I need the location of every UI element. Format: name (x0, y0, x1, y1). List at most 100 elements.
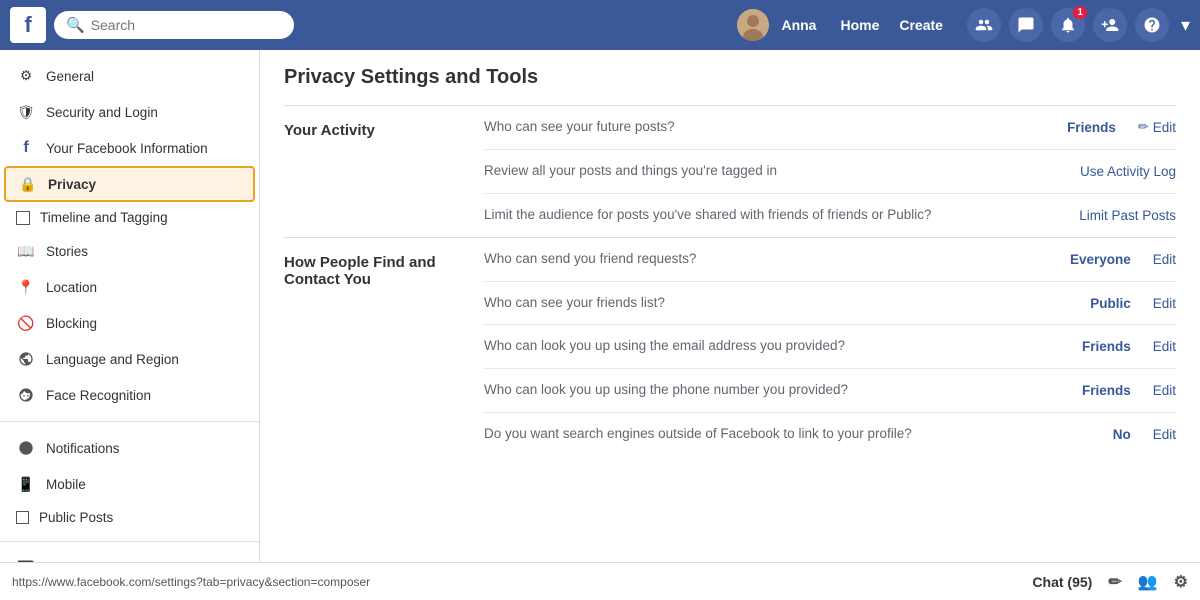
your-activity-rows: Who can see your future posts? Friends ✏… (484, 106, 1176, 237)
sidebar-label-timeline: Timeline and Tagging (40, 210, 168, 225)
sidebar-label-language: Language and Region (46, 352, 179, 367)
sidebar-item-face[interactable]: Face Recognition (0, 377, 259, 413)
your-activity-section: Your Activity Who can see your future po… (284, 105, 1176, 237)
bottom-bar: https://www.facebook.com/settings?tab=pr… (0, 562, 1200, 600)
facebook-icon: f (16, 138, 36, 158)
sidebar-item-public-posts[interactable]: Public Posts (0, 502, 259, 533)
search-engine-description: Do you want search engines outside of Fa… (484, 425, 1041, 444)
sidebar-divider-1 (0, 421, 259, 422)
find-contact-section: How People Find and Contact You Who can … (284, 237, 1176, 456)
friend-requests-icon-btn[interactable] (1093, 8, 1127, 42)
search-engine-edit-btn[interactable]: Edit (1153, 427, 1176, 442)
mobile-icon: 📱 (16, 474, 36, 494)
phone-lookup-row: Who can look you up using the phone numb… (484, 369, 1176, 413)
sidebar-label-blocking: Blocking (46, 316, 97, 331)
limit-past-posts-link[interactable]: Limit Past Posts (1079, 208, 1176, 223)
sidebar-label-face: Face Recognition (46, 388, 151, 403)
limit-posts-description: Limit the audience for posts you've shar… (484, 206, 1069, 225)
chat-settings-icon[interactable]: ⚙ (1174, 572, 1188, 592)
sidebar-label-public-posts: Public Posts (39, 510, 113, 525)
friend-requests-description: Who can send you friend requests? (484, 250, 1041, 269)
friends-list-value: Public (1051, 296, 1131, 311)
find-contact-rows: Who can send you friend requests? Everyo… (484, 238, 1176, 456)
main-content: Privacy Settings and Tools Your Activity… (260, 50, 1200, 600)
search-bar-container: 🔍 (54, 11, 294, 39)
friends-list-row: Who can see your friends list? Public Ed… (484, 282, 1176, 326)
future-posts-edit-btn[interactable]: ✏ Edit (1138, 119, 1176, 135)
email-lookup-value: Friends (1051, 339, 1131, 354)
your-activity-title: Your Activity (284, 106, 484, 237)
email-lookup-row: Who can look you up using the email addr… (484, 325, 1176, 369)
timeline-icon (16, 211, 30, 225)
messenger-icon-btn[interactable] (1009, 8, 1043, 42)
sidebar-item-notifications[interactable]: Notifications (0, 430, 259, 466)
sidebar-label-security: Security and Login (46, 105, 158, 120)
search-input[interactable] (91, 17, 282, 33)
avatar[interactable] (737, 9, 769, 41)
sidebar-item-location[interactable]: 📍 Location (0, 269, 259, 305)
create-link[interactable]: Create (899, 17, 943, 33)
future-posts-description: Who can see your future posts? (484, 118, 1026, 137)
search-engine-row: Do you want search engines outside of Fa… (484, 413, 1176, 456)
sidebar-label-mobile: Mobile (46, 477, 86, 492)
search-icon: 🔍 (66, 16, 85, 34)
sidebar-label-facebook-info: Your Facebook Information (46, 141, 208, 156)
sidebar-item-privacy[interactable]: 🔒 Privacy (4, 166, 255, 202)
phone-lookup-value: Friends (1051, 383, 1131, 398)
sidebar-label-notifications: Notifications (46, 441, 120, 456)
location-icon: 📍 (16, 277, 36, 297)
face-icon (16, 385, 36, 405)
future-posts-row: Who can see your future posts? Friends ✏… (484, 106, 1176, 150)
home-link[interactable]: Home (840, 17, 879, 33)
friends-list-edit-btn[interactable]: Edit (1153, 296, 1176, 311)
stories-icon: 📖 (16, 241, 36, 261)
friend-requests-value: Everyone (1051, 252, 1131, 267)
sidebar-item-language[interactable]: Language and Region (0, 341, 259, 377)
future-posts-value: Friends (1036, 120, 1116, 135)
friend-requests-row: Who can send you friend requests? Everyo… (484, 238, 1176, 282)
language-icon (16, 349, 36, 369)
phone-lookup-edit-btn[interactable]: Edit (1153, 383, 1176, 398)
page-wrapper: ⚙ General 🛡 Security and Login f Your Fa… (0, 0, 1200, 600)
sidebar-item-security[interactable]: 🛡 Security and Login (0, 94, 259, 130)
account-menu-chevron[interactable]: ▾ (1181, 15, 1190, 36)
sidebar-item-stories[interactable]: 📖 Stories (0, 233, 259, 269)
email-lookup-description: Who can look you up using the email addr… (484, 337, 1041, 356)
sidebar-label-general: General (46, 69, 94, 84)
find-contact-title: How People Find and Contact You (284, 238, 484, 456)
notifications-sidebar-icon (16, 438, 36, 458)
sidebar-item-mobile[interactable]: 📱 Mobile (0, 466, 259, 502)
block-icon: 🚫 (16, 313, 36, 333)
sidebar: ⚙ General 🛡 Security and Login f Your Fa… (0, 50, 260, 600)
limit-posts-row: Limit the audience for posts you've shar… (484, 194, 1176, 237)
chat-widget: Chat (95) ✏ 👥 ⚙ (1032, 572, 1188, 592)
activity-log-row: Review all your posts and things you're … (484, 150, 1176, 194)
facebook-logo: f (10, 7, 46, 43)
chat-label: Chat (95) (1032, 574, 1092, 590)
sidebar-item-blocking[interactable]: 🚫 Blocking (0, 305, 259, 341)
privacy-icon: 🔒 (18, 174, 38, 194)
sidebar-item-timeline[interactable]: Timeline and Tagging (0, 202, 259, 233)
friends-list-description: Who can see your friends list? (484, 294, 1041, 313)
chat-contacts-icon[interactable]: 👥 (1138, 572, 1158, 592)
sidebar-divider-2 (0, 541, 259, 542)
nav-links: Home Create (840, 17, 943, 33)
status-url: https://www.facebook.com/settings?tab=pr… (12, 575, 370, 589)
friends-icon-btn[interactable] (967, 8, 1001, 42)
sidebar-label-location: Location (46, 280, 97, 295)
search-engine-value: No (1051, 427, 1131, 442)
sidebar-label-privacy: Privacy (48, 177, 96, 192)
help-icon-btn[interactable] (1135, 8, 1169, 42)
sidebar-item-facebook-info[interactable]: f Your Facebook Information (0, 130, 259, 166)
activity-log-link[interactable]: Use Activity Log (1080, 164, 1176, 179)
public-posts-icon (16, 511, 29, 524)
email-lookup-edit-btn[interactable]: Edit (1153, 339, 1176, 354)
sidebar-label-stories: Stories (46, 244, 88, 259)
chat-compose-icon[interactable]: ✏ (1108, 572, 1121, 592)
notifications-icon-btn[interactable]: 1 (1051, 8, 1085, 42)
phone-lookup-description: Who can look you up using the phone numb… (484, 381, 1041, 400)
header-right-section: Anna Home Create 1 ▾ (737, 8, 1190, 42)
top-nav-bar: f 🔍 Anna Home Create 1 (0, 0, 1200, 50)
sidebar-item-general[interactable]: ⚙ General (0, 58, 259, 94)
friend-requests-edit-btn[interactable]: Edit (1153, 252, 1176, 267)
